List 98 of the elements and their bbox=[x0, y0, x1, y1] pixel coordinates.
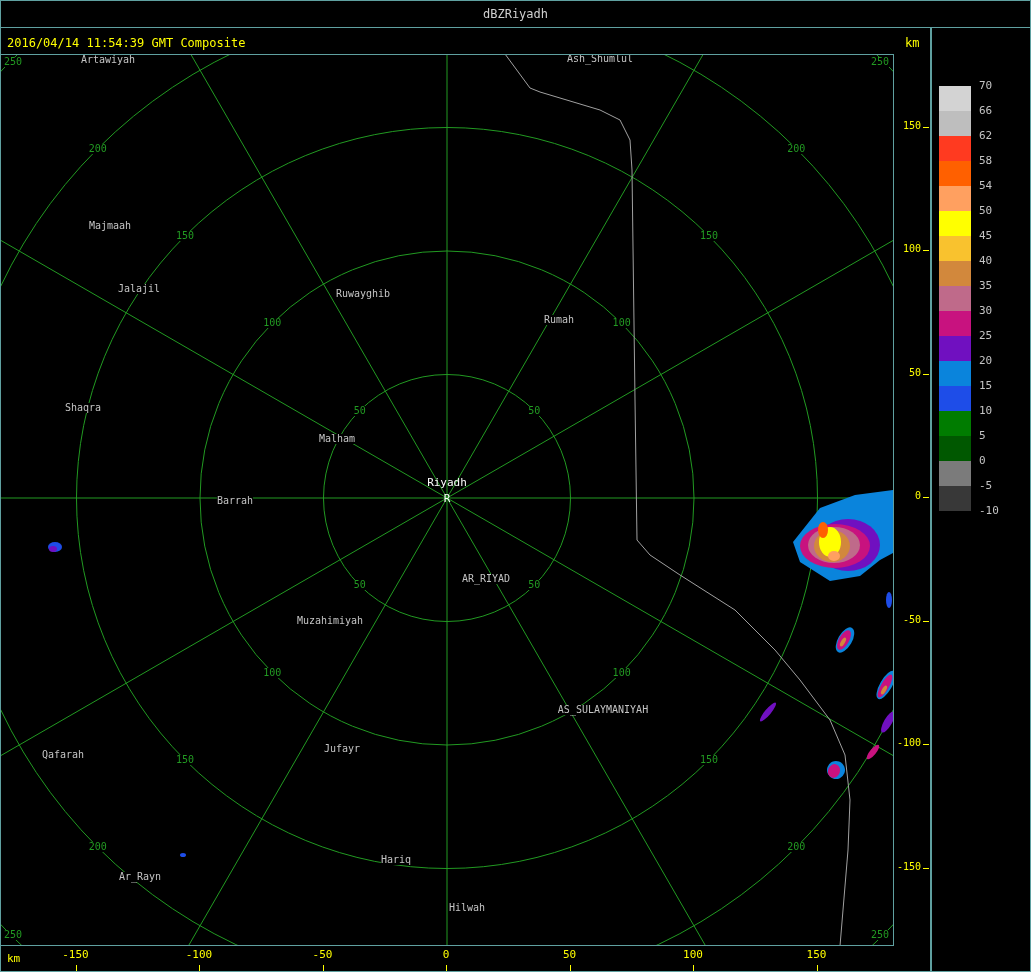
place-label: AS_SULAYMANIYAH bbox=[557, 705, 649, 715]
place-label: Rumah bbox=[543, 315, 575, 325]
radar-echo bbox=[886, 592, 892, 608]
axis-tick bbox=[923, 497, 929, 498]
radar-echo bbox=[827, 761, 845, 779]
radar-echo bbox=[835, 627, 855, 653]
axis-tick-label: 100 bbox=[683, 949, 703, 960]
place-label: Ruwayghib bbox=[335, 289, 391, 299]
axis-tick bbox=[322, 965, 324, 971]
axis-tick-label: 50 bbox=[908, 367, 921, 378]
place-label: Jufayr bbox=[323, 744, 361, 754]
legend-label: -5 bbox=[979, 480, 993, 491]
legend-label: 66 bbox=[979, 105, 993, 116]
ring-label: 50 bbox=[353, 405, 366, 416]
place-label: Artawiyah bbox=[80, 55, 136, 65]
ring-label: 150 bbox=[176, 231, 195, 241]
axis-tick-label: -150 bbox=[896, 861, 921, 872]
axis-tick bbox=[446, 965, 447, 971]
axis-tick-label: -150 bbox=[62, 949, 89, 960]
place-label: Malham bbox=[318, 434, 356, 444]
axis-tick bbox=[199, 965, 200, 971]
ring-label: 100 bbox=[263, 667, 282, 678]
legend-label: 40 bbox=[979, 255, 993, 266]
legend-label: 62 bbox=[979, 130, 993, 141]
place-label: Hariq bbox=[380, 855, 412, 865]
axis-unit: km bbox=[905, 35, 920, 52]
axis-tick bbox=[923, 126, 929, 128]
ring-label: 50 bbox=[353, 580, 366, 591]
axis-tick-label: 150 bbox=[902, 120, 921, 131]
legend-label: 54 bbox=[979, 180, 993, 191]
legend-label: 45 bbox=[979, 230, 993, 241]
axis-tick bbox=[923, 250, 929, 251]
place-label: Ash_Shumlul bbox=[566, 55, 634, 64]
radar-echo bbox=[876, 670, 893, 700]
ring-label: 150 bbox=[699, 754, 718, 765]
axis-tick-label: 0 bbox=[442, 949, 450, 960]
axis-tick bbox=[75, 965, 77, 971]
ring-label: 50 bbox=[528, 405, 541, 416]
legend-label: 15 bbox=[979, 380, 993, 391]
axis-tick bbox=[923, 867, 929, 869]
axis-tick bbox=[569, 965, 571, 971]
legend-label: 5 bbox=[979, 430, 986, 441]
radar-site-marker: R bbox=[443, 492, 451, 504]
axis-tick-label: -50 bbox=[312, 949, 333, 960]
axis-tick bbox=[923, 620, 929, 622]
place-label: Muzahimiyah bbox=[296, 616, 364, 626]
axis-tick-label: -100 bbox=[896, 738, 921, 748]
radar-echo bbox=[48, 542, 62, 552]
legend-label: 50 bbox=[979, 205, 993, 216]
place-label: Ar_Rayn bbox=[118, 872, 162, 882]
legend-label: 58 bbox=[979, 155, 993, 166]
place-label: Qafarah bbox=[41, 750, 85, 760]
place-label: AR_RIYAD bbox=[461, 574, 511, 584]
axis-tick-label: -100 bbox=[185, 949, 213, 960]
radar-echo bbox=[866, 744, 880, 760]
timestamp: 2016/04/14 11:54:39 GMT Composite bbox=[7, 35, 246, 52]
legend-label: 10 bbox=[979, 405, 993, 416]
ring-label: 250 bbox=[3, 57, 23, 67]
axis-tick-label: 0 bbox=[914, 491, 921, 501]
legend-label: 25 bbox=[979, 330, 993, 341]
radar-site-label: Riyadh bbox=[427, 476, 467, 488]
ring-label: 150 bbox=[699, 231, 718, 241]
ring-label: 200 bbox=[88, 842, 107, 853]
axis-tick bbox=[816, 965, 818, 971]
axis-unit: km bbox=[7, 953, 21, 964]
axis-tick-label: 100 bbox=[902, 244, 921, 254]
axis-tick bbox=[923, 744, 929, 745]
legend-label: 35 bbox=[979, 280, 993, 291]
ring-label: 200 bbox=[88, 143, 107, 154]
axis-tick-label: 150 bbox=[806, 949, 827, 960]
ring-label: 250 bbox=[870, 57, 890, 67]
radar-echo bbox=[881, 711, 893, 733]
axis-tick bbox=[693, 965, 694, 971]
legend-label: 20 bbox=[979, 355, 993, 366]
axis-tick-label: 50 bbox=[562, 949, 577, 960]
radar-echo bbox=[759, 702, 777, 722]
ring-label: 150 bbox=[176, 754, 195, 765]
place-label: Jalajil bbox=[117, 284, 161, 294]
place-label: Majmaah bbox=[88, 221, 132, 231]
radar-echo bbox=[180, 853, 186, 857]
axis-tick bbox=[923, 373, 929, 375]
legend-label: 0 bbox=[979, 455, 986, 466]
place-label: Hilwah bbox=[448, 903, 486, 913]
ring-label: 50 bbox=[528, 580, 541, 591]
axis-tick-label: -50 bbox=[902, 614, 921, 625]
ring-label: 250 bbox=[3, 929, 23, 940]
legend-label: 30 bbox=[979, 305, 993, 316]
ring-label: 200 bbox=[787, 143, 806, 154]
ring-label: 200 bbox=[787, 842, 806, 853]
ring-label: 250 bbox=[870, 929, 890, 940]
ring-label: 100 bbox=[612, 318, 631, 329]
place-label: Barrah bbox=[216, 496, 254, 506]
ring-label: 100 bbox=[612, 667, 631, 678]
window-title: dBZRiyadh bbox=[483, 6, 548, 23]
legend-label: 70 bbox=[979, 80, 993, 91]
place-label: Shaqra bbox=[64, 403, 102, 413]
legend-label: -10 bbox=[979, 505, 999, 516]
ring-label: 100 bbox=[263, 318, 282, 329]
